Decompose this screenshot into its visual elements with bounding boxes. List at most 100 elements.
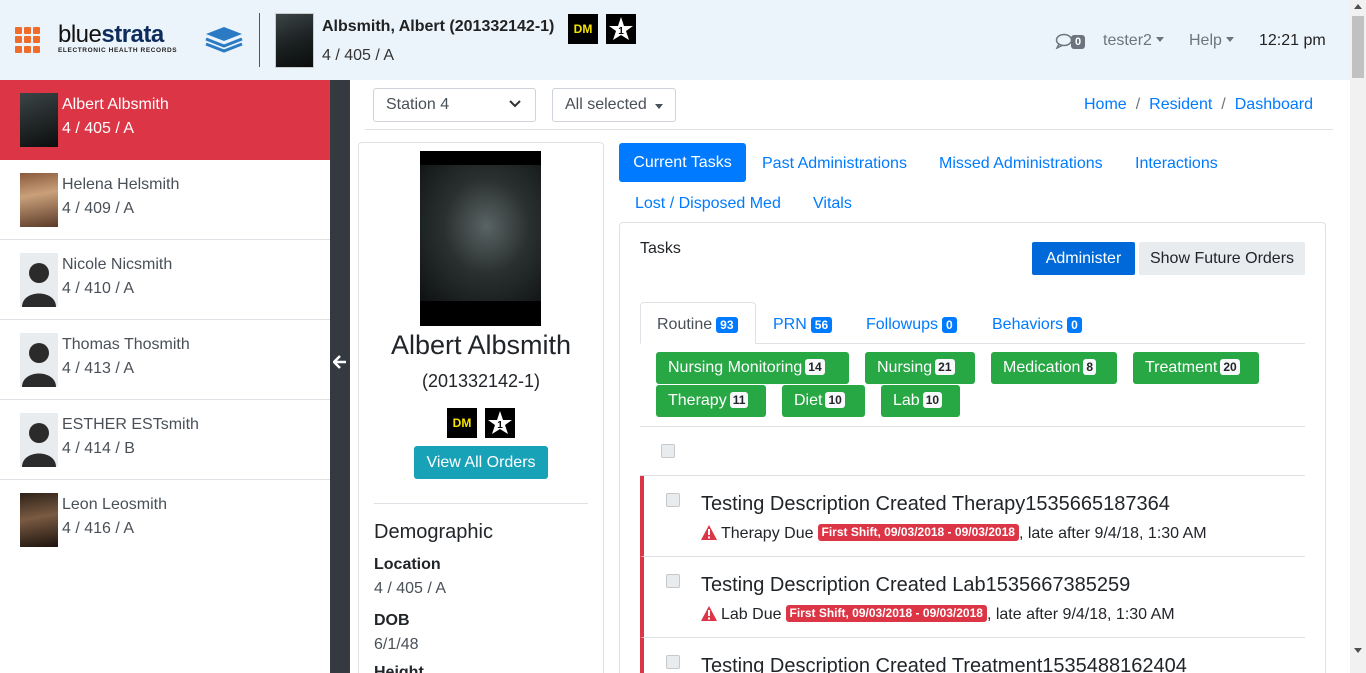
- header-divider: [259, 13, 260, 67]
- divider: [374, 503, 588, 504]
- resident-photo: [20, 173, 58, 227]
- task-status: Therapy Due First Shift, 09/03/2018 - 09/…: [701, 524, 1207, 543]
- subtab-followups[interactable]: Followups 0: [866, 316, 957, 334]
- patient-header-location: 4 / 405 / A: [322, 47, 395, 64]
- star-badge-icon: 1: [606, 14, 636, 44]
- count-badge: 10: [825, 391, 845, 408]
- count-badge: 0: [942, 316, 957, 333]
- demographic-heading: Demographic: [374, 521, 493, 543]
- count-badge: 8: [1083, 358, 1097, 375]
- top-header: bluestrata ELECTRONIC HEALTH RECORDS Alb…: [0, 0, 1350, 80]
- dob-label: DOB: [374, 612, 410, 629]
- tasks-title: Tasks: [640, 240, 681, 257]
- category-multiselect[interactable]: All selected: [552, 88, 676, 122]
- resident-photo: [20, 93, 58, 147]
- tab-interactions[interactable]: Interactions: [1135, 155, 1218, 173]
- warning-icon: [701, 524, 717, 540]
- resident-name: Thomas Thosmith: [62, 336, 190, 353]
- location-label: Location: [374, 556, 441, 573]
- logo-layers-icon: [205, 27, 243, 53]
- svg-text:1: 1: [618, 26, 624, 37]
- app-grid-icon[interactable]: [15, 27, 41, 53]
- breadcrumb-home[interactable]: Home: [1084, 96, 1127, 113]
- resident-photo: [20, 493, 58, 547]
- category-diet-button[interactable]: Diet 10: [782, 385, 865, 417]
- task-late-text: , late after 9/4/18, 1:30 AM: [986, 606, 1175, 623]
- category-nursing-button[interactable]: Nursing 21: [865, 352, 975, 384]
- resident-name: Helena Helsmith: [62, 176, 180, 193]
- subtab-behaviors[interactable]: Behaviors 0: [992, 316, 1082, 334]
- user-name: tester2: [1103, 32, 1152, 49]
- subtab-routine-label[interactable]: Routine 93: [657, 316, 738, 334]
- avatar-placeholder-icon: [20, 413, 58, 467]
- administer-button[interactable]: Administer: [1032, 242, 1135, 275]
- task-late-text: , late after 9/4/18, 1:30 AM: [1018, 525, 1207, 542]
- resident-location: 4 / 409 / A: [62, 200, 135, 217]
- station-select[interactable]: Station 4: [373, 88, 536, 122]
- shift-badge: First Shift, 09/03/2018 - 09/03/2018: [817, 524, 1019, 542]
- count-badge: 11: [729, 391, 749, 408]
- show-future-orders-button[interactable]: Show Future Orders: [1139, 242, 1305, 275]
- resident-item[interactable]: Nicole Nicsmith 4 / 410 / A: [0, 240, 330, 320]
- user-menu[interactable]: tester2: [1103, 32, 1164, 50]
- profile-photo: [420, 151, 541, 326]
- tab-vitals[interactable]: Vitals: [813, 195, 852, 213]
- patient-thumbnail: [275, 13, 314, 68]
- task-checkbox[interactable]: [666, 655, 680, 669]
- avatar-placeholder-icon: [20, 333, 58, 387]
- task-row: Testing Description Created Therapy15356…: [640, 476, 1305, 557]
- scroll-down-arrow-icon[interactable]: [1354, 648, 1362, 653]
- chevron-down-icon: [1155, 36, 1164, 42]
- task-row: Testing Description Created Treatment153…: [640, 638, 1305, 673]
- resident-item[interactable]: Leon Leosmith 4 / 416 / A: [0, 480, 330, 560]
- count-badge: 21: [935, 358, 955, 375]
- chevron-down-icon: [509, 100, 521, 108]
- breadcrumb-resident[interactable]: Resident: [1149, 96, 1212, 113]
- star-badge-icon: 1: [485, 408, 515, 438]
- view-all-orders-button[interactable]: View All Orders: [414, 446, 548, 479]
- resident-item[interactable]: Thomas Thosmith 4 / 413 / A: [0, 320, 330, 400]
- task-row: Testing Description Created Lab153566738…: [640, 557, 1305, 638]
- subtab-prn[interactable]: PRN 56: [773, 316, 833, 334]
- dm-badge: DM: [447, 408, 477, 438]
- task-title[interactable]: Testing Description Created Therapy15356…: [701, 493, 1170, 516]
- dob-value: 6/1/48: [374, 636, 419, 653]
- category-therapy-button[interactable]: Therapy 11: [656, 385, 766, 417]
- count-badge: 10: [922, 391, 943, 408]
- scroll-thumb[interactable]: [1352, 16, 1364, 78]
- resident-location: 4 / 405 / A: [62, 120, 135, 137]
- resident-item[interactable]: ESTHER ESTsmith 4 / 414 / B: [0, 400, 330, 480]
- height-label: Height: [374, 664, 424, 673]
- resident-item[interactable]: Helena Helsmith 4 / 409 / A: [0, 160, 330, 240]
- bluestrata-logo[interactable]: bluestrata ELECTRONIC HEALTH RECORDS: [56, 22, 246, 58]
- task-title[interactable]: Testing Description Created Treatment153…: [701, 655, 1187, 673]
- breadcrumb-dashboard[interactable]: Dashboard: [1235, 96, 1313, 113]
- resident-location: 4 / 416 / A: [62, 520, 135, 537]
- resident-item[interactable]: Albert Albsmith 4 / 405 / A: [0, 80, 330, 160]
- category-treatment-button[interactable]: Treatment 20: [1133, 352, 1259, 384]
- resident-location: 4 / 413 / A: [62, 360, 135, 377]
- avatar-placeholder-icon: [20, 253, 58, 307]
- tab-current-tasks[interactable]: Current Tasks: [619, 143, 746, 182]
- sidebar-collapse-bar[interactable]: [330, 80, 350, 673]
- dm-badge: DM: [568, 14, 598, 44]
- divider: [640, 426, 1305, 427]
- resident-location: 4 / 414 / B: [62, 440, 135, 457]
- select-all-checkbox[interactable]: [661, 444, 675, 458]
- breadcrumb: Home / Resident / Dashboard: [1084, 96, 1313, 114]
- task-checkbox[interactable]: [666, 493, 680, 507]
- tab-missed-administrations[interactable]: Missed Administrations: [939, 155, 1103, 173]
- scroll-up-arrow-icon[interactable]: [1354, 4, 1362, 9]
- tab-lost-disposed-med[interactable]: Lost / Disposed Med: [635, 195, 781, 213]
- tab-past-administrations[interactable]: Past Administrations: [762, 155, 907, 173]
- category-nursing-monitoring-button[interactable]: Nursing Monitoring 14: [656, 352, 849, 384]
- arrow-left-icon[interactable]: [333, 354, 347, 370]
- category-medication-button[interactable]: Medication 8: [991, 352, 1117, 384]
- task-title[interactable]: Testing Description Created Lab153566738…: [701, 574, 1130, 597]
- profile-name: Albert Albsmith: [390, 330, 572, 360]
- page-scrollbar[interactable]: [1350, 0, 1366, 673]
- resident-name: Leon Leosmith: [62, 496, 167, 513]
- category-lab-button[interactable]: Lab 10: [881, 385, 960, 417]
- task-checkbox[interactable]: [666, 574, 680, 588]
- help-menu[interactable]: Help: [1189, 32, 1234, 50]
